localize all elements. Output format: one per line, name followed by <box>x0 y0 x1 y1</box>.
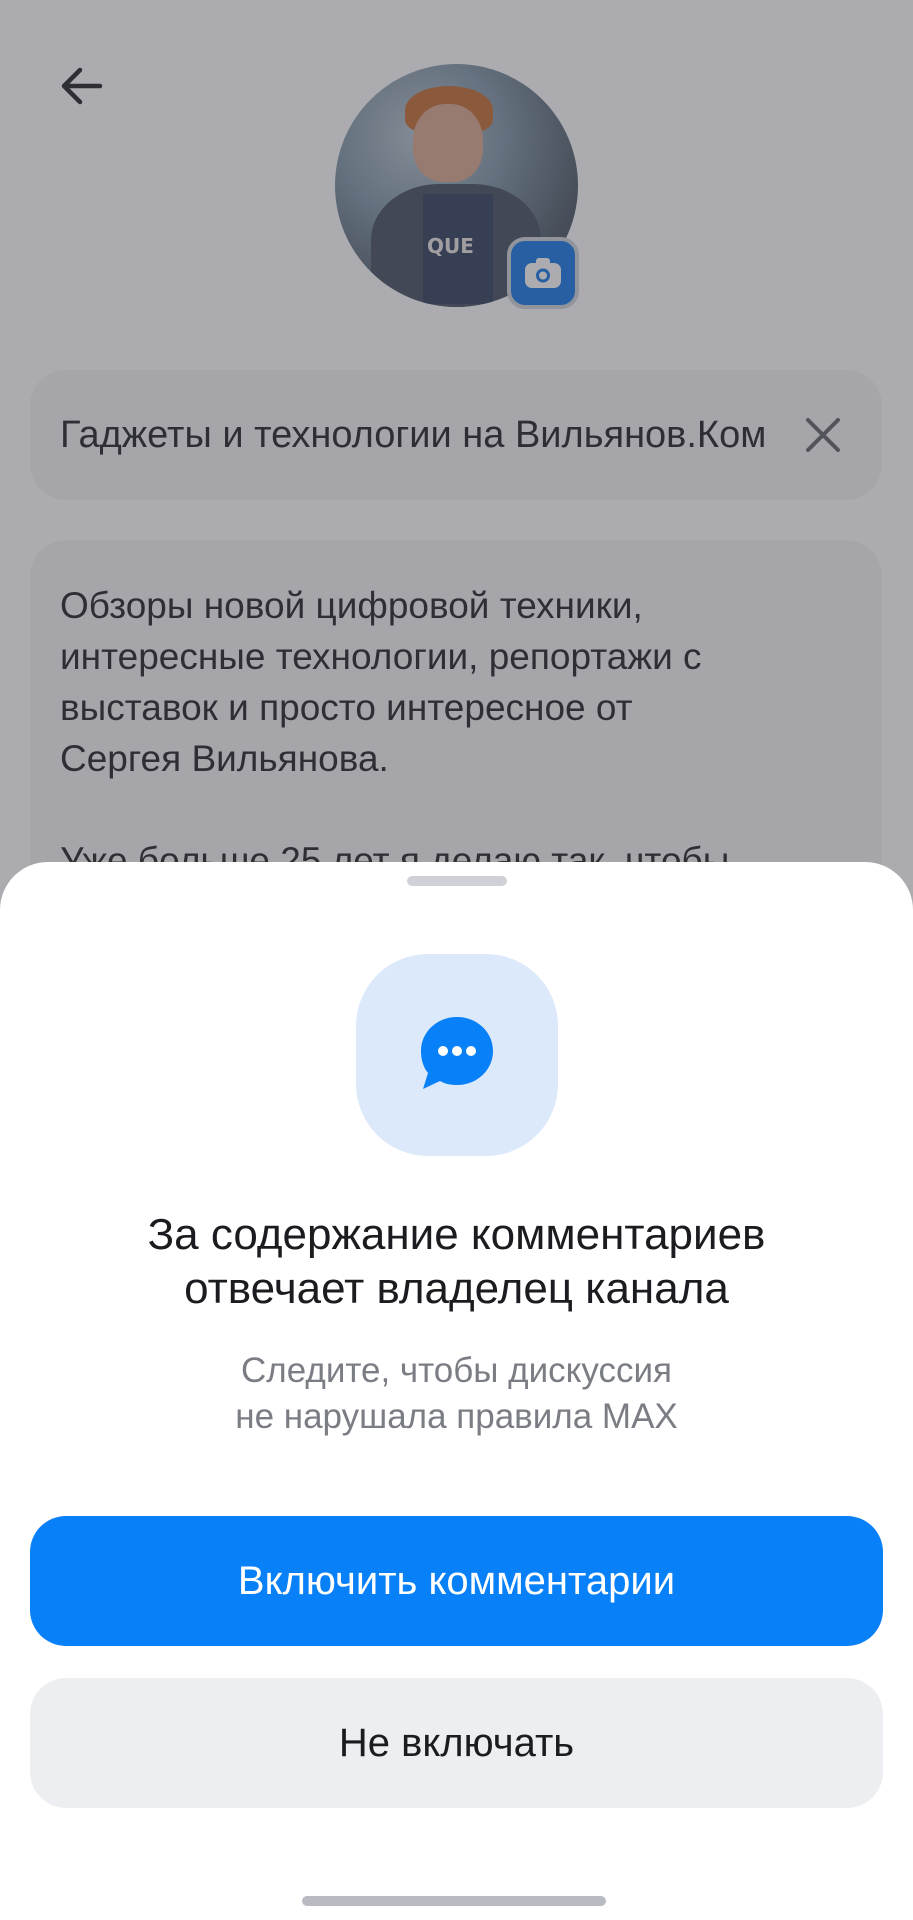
enable-comments-button[interactable]: Включить комментарии <box>30 1516 883 1646</box>
comments-bottom-sheet: За содержание комментариев отвечает влад… <box>0 862 913 1920</box>
sheet-subtitle-line: Следите, чтобы дискуссия <box>241 1351 672 1390</box>
chat-bubble-icon <box>421 1017 493 1089</box>
sheet-title-line: За содержание комментариев <box>147 1210 766 1259</box>
sheet-title: За содержание комментариев отвечает влад… <box>40 1208 873 1316</box>
do-not-enable-button[interactable]: Не включать <box>30 1678 883 1808</box>
comments-illustration <box>356 954 558 1156</box>
sheet-subtitle-line: не нарушала правила MAX <box>235 1397 678 1436</box>
sheet-grabber[interactable] <box>407 876 507 886</box>
sheet-subtitle: Следите, чтобы дискуссия не нарушала пра… <box>40 1348 873 1440</box>
home-indicator[interactable] <box>302 1896 606 1906</box>
sheet-title-line: отвечает владелец канала <box>184 1264 729 1313</box>
